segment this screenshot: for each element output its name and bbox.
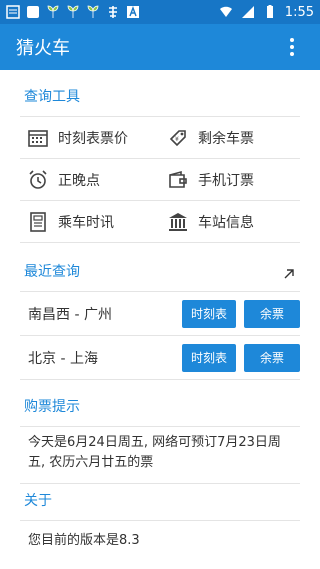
tool-label: 手机订票 [198,172,254,189]
battery-icon [263,5,277,19]
square-icon [26,5,40,19]
remaining-tickets-button[interactable]: 余票 [244,299,300,328]
query-tools-header: 查询工具 [24,89,80,105]
notification-icon [6,5,20,19]
main-content: 查询工具 时刻表票价 ¥ 剩余车票 正晚点 手机订票 乘车时讯 车站信息 最近查… [0,70,320,548]
tips-header: 购票提示 [24,399,80,415]
recent-row[interactable]: 南昌西 - 广州 时刻表 余票 [20,292,300,336]
news-icon [30,211,46,232]
tool-remaining-tickets[interactable]: ¥ 剩余车票 [160,117,300,158]
tool-label: 正晚点 [58,172,100,189]
route-label: 南昌西 - 广州 [28,306,112,323]
app-icon [106,5,120,19]
timetable-button[interactable]: 时刻表 [182,299,236,328]
app-bar: 猜火车 [0,24,320,70]
timetable-button[interactable]: 时刻表 [182,343,236,372]
status-bar: 1:55 [0,0,320,24]
tool-mobile-booking[interactable]: 手机订票 [160,159,300,200]
query-tools-grid: 时刻表票价 ¥ 剩余车票 正晚点 手机订票 乘车时讯 车站信息 [0,117,320,243]
tool-timetable-fare[interactable]: 时刻表票价 [20,117,160,158]
tips-text: 今天是6月24日周五, 网络可预订7月23日周五, 农历六月廿五的票 [28,435,281,470]
svg-text:¥: ¥ [175,136,179,143]
tool-label: 乘车时讯 [58,214,114,231]
more-options-icon[interactable] [280,35,304,59]
tool-station-info[interactable]: 车站信息 [160,201,300,242]
recent-title: 最近查询 [24,264,80,280]
remaining-tickets-button[interactable]: 余票 [244,343,300,372]
plant-icon [66,5,80,19]
status-time: 1:55 [284,4,314,20]
a-icon [126,5,140,19]
wifi-icon [219,5,233,19]
tool-label: 车站信息 [198,214,254,231]
app-title: 猜火车 [16,38,70,59]
calendar-icon [28,129,48,147]
signal-icon [241,5,255,19]
version-text: 您目前的版本是8.3 [28,533,140,548]
route-label: 北京 - 上海 [28,350,98,367]
recent-header: 最近查询 [0,243,320,291]
tool-label: 剩余车票 [198,130,254,147]
ticket-icon: ¥ [169,129,186,146]
plant-icon [46,5,60,19]
wallet-icon [169,170,187,188]
tool-travel-news[interactable]: 乘车时讯 [20,201,160,242]
about-header: 关于 [24,493,52,509]
plant-icon [86,5,100,19]
alarm-clock-icon [29,169,47,189]
recent-row[interactable]: 北京 - 上海 时刻表 余票 [20,336,300,380]
station-icon [169,212,187,231]
tool-on-time-status[interactable]: 正晚点 [20,159,160,200]
expand-arrow-icon[interactable] [282,267,296,281]
tool-label: 时刻表票价 [58,130,128,147]
recent-list: 南昌西 - 广州 时刻表 余票 北京 - 上海 时刻表 余票 [0,292,320,380]
